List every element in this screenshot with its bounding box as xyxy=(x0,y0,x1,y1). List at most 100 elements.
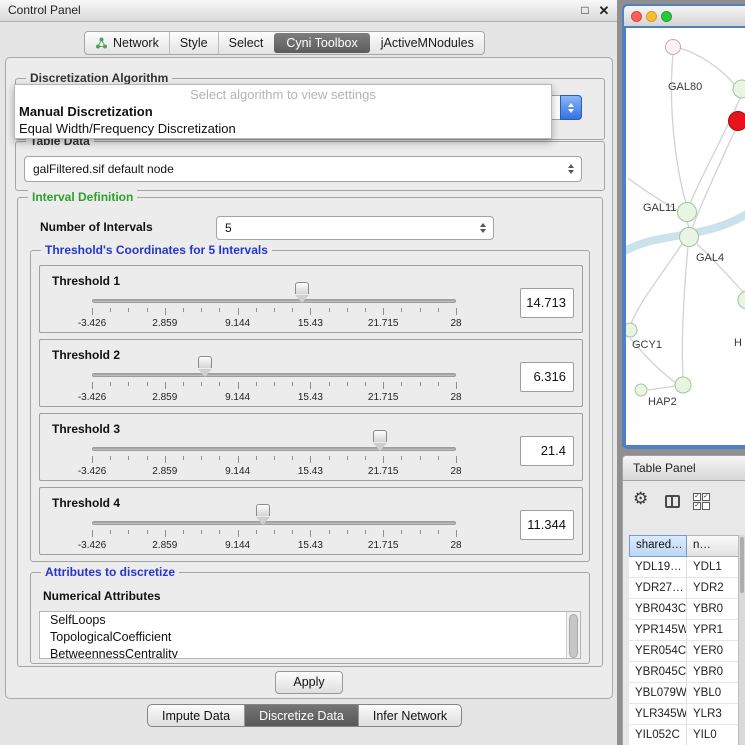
table-cell[interactable]: YDL19… xyxy=(629,557,687,577)
table-cell[interactable]: YDR27… xyxy=(629,578,687,598)
column-layout-icon[interactable] xyxy=(665,495,680,508)
node-label: GAL11 xyxy=(643,202,676,214)
threshold-slider[interactable]: -3.426 2.859 9.144 15.43 21.715 28 xyxy=(92,340,456,408)
table-scrollbar[interactable] xyxy=(738,535,745,745)
popup-item-equal-width-frequency[interactable]: Equal Width/Frequency Discretization xyxy=(15,120,551,137)
threshold-slider[interactable]: -3.426 2.859 9.144 15.43 21.715 28 xyxy=(92,414,456,482)
zoom-traffic-light-button[interactable] xyxy=(661,11,672,22)
table-cell[interactable]: YPR1 xyxy=(687,620,739,640)
table-cell[interactable]: YLR345W xyxy=(629,704,687,724)
table-scrollbar-thumb[interactable] xyxy=(740,537,744,593)
slider-track[interactable] xyxy=(92,447,456,451)
tab-network[interactable]: Network xyxy=(85,32,169,54)
slider-ruler xyxy=(92,530,456,538)
threshold-slider[interactable]: -3.426 2.859 9.144 15.43 21.715 28 xyxy=(92,488,456,556)
table-cell[interactable]: YBR045C xyxy=(629,662,687,682)
column-header-shared-name[interactable]: shared… xyxy=(629,535,687,557)
ruler-tick xyxy=(420,456,421,460)
table-cell[interactable]: YDR2 xyxy=(687,578,739,598)
network-node[interactable] xyxy=(675,377,691,393)
list-scrollbar[interactable] xyxy=(566,612,580,658)
tab-impute-data[interactable]: Impute Data xyxy=(148,705,244,726)
slider-track[interactable] xyxy=(92,299,456,303)
discretization-algorithm-group-title: Discretization Algorithm xyxy=(26,71,172,85)
table-cell[interactable]: YER0 xyxy=(687,641,739,661)
table-cell[interactable]: YBL079W xyxy=(629,683,687,703)
ruler-tick xyxy=(128,382,129,386)
table-data-select[interactable]: galFiltered.sif default node xyxy=(24,156,582,182)
table-cell[interactable]: YPR145W xyxy=(629,620,687,640)
list-item[interactable]: TopologicalCoefficient xyxy=(40,629,580,646)
slider-thumb[interactable] xyxy=(295,282,309,294)
bottom-tab-bar: Impute Data Discretize Data Infer Networ… xyxy=(147,704,462,727)
network-node[interactable] xyxy=(678,203,697,222)
threshold-value-field[interactable]: 11.344 xyxy=(520,510,574,540)
tab-style[interactable]: Style xyxy=(169,32,218,54)
network-node[interactable] xyxy=(635,384,647,396)
threshold-slider[interactable]: -3.426 2.859 9.144 15.43 21.715 28 xyxy=(92,266,456,334)
tab-cyni-toolbox[interactable]: Cyni Toolbox xyxy=(274,33,369,53)
table-cell[interactable]: YBL0 xyxy=(687,683,739,703)
network-node[interactable] xyxy=(733,80,745,98)
threshold-value-field[interactable]: 6.316 xyxy=(520,362,574,392)
threshold-row: Threshold 1 -3.426 2.859 9.144 15.43 21.… xyxy=(39,265,583,333)
threshold-value-field[interactable]: 14.713 xyxy=(520,288,574,318)
ruler-tick xyxy=(256,382,257,386)
table-cell[interactable]: YBR043C xyxy=(629,599,687,619)
slider-ruler xyxy=(92,456,456,464)
network-node[interactable] xyxy=(680,228,699,247)
table-panel-titlebar[interactable]: Table Panel xyxy=(622,455,745,481)
table-cell[interactable]: YIL0 xyxy=(687,725,739,745)
ruler-tick xyxy=(256,308,257,312)
ruler-tick xyxy=(456,456,457,463)
apply-button[interactable]: Apply xyxy=(275,671,343,694)
table-cell[interactable]: YER054C xyxy=(629,641,687,661)
scale-label: 2.859 xyxy=(152,466,177,477)
list-item[interactable]: BetweennessCentrality xyxy=(40,646,580,659)
selected-network-node[interactable] xyxy=(729,112,745,131)
tab-select-label: Select xyxy=(229,36,264,50)
tab-select[interactable]: Select xyxy=(218,32,274,54)
close-traffic-light-button[interactable] xyxy=(631,11,642,22)
gear-icon[interactable]: ⚙ xyxy=(633,489,648,509)
window-close-button[interactable]: ✕ xyxy=(596,0,612,21)
slider-track[interactable] xyxy=(92,373,456,377)
popup-item-manual-discretization[interactable]: Manual Discretization xyxy=(15,103,551,120)
table-row: YLR345W YLR3 xyxy=(629,704,739,725)
table-cell[interactable]: YBR0 xyxy=(687,662,739,682)
ruler-tick xyxy=(165,308,166,315)
window-minimize-button[interactable]: □ xyxy=(577,0,593,21)
network-node[interactable] xyxy=(626,323,637,337)
ruler-tick xyxy=(147,530,148,534)
scale-label: 9.144 xyxy=(225,540,250,551)
number-of-intervals-select[interactable]: 5 xyxy=(216,216,494,240)
network-graph[interactable]: GAL80 GAL11 GAL4 GCY1 HAP2 H xyxy=(626,28,745,445)
column-header-name[interactable]: n… xyxy=(687,535,739,557)
popup-item-hint[interactable]: Select algorithm to view settings xyxy=(15,86,551,103)
ruler-tick xyxy=(238,382,239,389)
tab-jactivemnodules[interactable]: jActiveMNodules xyxy=(371,32,484,54)
slider-thumb[interactable] xyxy=(198,356,212,368)
slider-thumb[interactable] xyxy=(373,430,387,442)
slider-track[interactable] xyxy=(92,521,456,525)
tab-discretize-data[interactable]: Discretize Data xyxy=(244,705,358,726)
network-canvas[interactable]: GAL80 GAL11 GAL4 GCY1 HAP2 H xyxy=(626,28,745,445)
threshold-value-field[interactable]: 21.4 xyxy=(520,436,574,466)
scale-label: -3.426 xyxy=(78,466,106,477)
ruler-tick xyxy=(383,308,384,315)
thresholds-group-title: Threshold's Coordinates for 5 Intervals xyxy=(41,243,272,257)
list-scrollbar-thumb[interactable] xyxy=(569,614,578,658)
table-cell[interactable]: YDL1 xyxy=(687,557,739,577)
table-cell[interactable]: YBR0 xyxy=(687,599,739,619)
minimize-traffic-light-button[interactable] xyxy=(646,11,657,22)
network-icon xyxy=(95,37,108,49)
list-item[interactable]: SelfLoops xyxy=(40,612,580,629)
slider-thumb[interactable] xyxy=(256,504,270,516)
ruler-tick xyxy=(219,456,220,460)
table-cell[interactable]: YLR3 xyxy=(687,704,739,724)
network-node[interactable] xyxy=(738,291,745,309)
column-visibility-icon[interactable]: ✓ ✓ ✓ xyxy=(693,493,710,510)
network-node[interactable] xyxy=(666,40,681,55)
table-cell[interactable]: YIL052C xyxy=(629,725,687,745)
tab-infer-network[interactable]: Infer Network xyxy=(358,705,461,726)
